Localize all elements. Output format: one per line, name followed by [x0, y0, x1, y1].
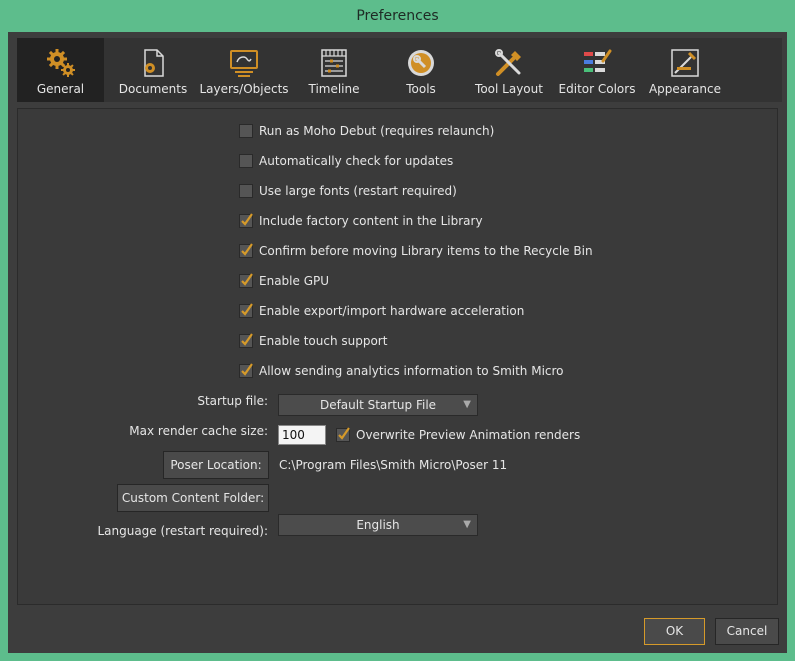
tab-label: Appearance	[648, 82, 722, 96]
chevron-down-icon: ▼	[463, 519, 471, 530]
tab-appearance[interactable]: Appearance	[641, 38, 729, 102]
cache-size-label: Max render cache size:	[129, 424, 268, 438]
chevron-down-icon: ▼	[463, 399, 471, 410]
checkbox-checked[interactable]	[239, 213, 253, 228]
custom-content-folder-button[interactable]: Custom Content Folder:	[117, 484, 269, 512]
checkmark-icon	[338, 427, 350, 440]
option-touch-support[interactable]: Enable touch support	[239, 332, 387, 350]
tab-label: General	[36, 82, 85, 96]
checkmark-icon	[241, 333, 253, 346]
tab-bar: General Documents Layers/Objects Timelin…	[17, 38, 782, 102]
checkbox-checked[interactable]	[239, 363, 253, 378]
tab-tools[interactable]: Tools	[377, 38, 465, 102]
timeline-icon	[321, 49, 347, 77]
option-large-fonts[interactable]: Use large fonts (restart required)	[239, 182, 457, 200]
checkbox-checked[interactable]	[239, 333, 253, 348]
tab-label: Layers/Objects	[199, 82, 289, 96]
tab-general[interactable]: General	[17, 38, 104, 102]
option-hw-acceleration[interactable]: Enable export/import hardware accelerati…	[239, 302, 524, 320]
checkmark-icon	[241, 213, 253, 226]
appearance-icon	[671, 49, 699, 77]
tool-layout-icon	[495, 49, 521, 76]
checkmark-icon	[241, 303, 253, 316]
preferences-window: General Documents Layers/Objects Timelin…	[8, 32, 787, 653]
startup-file-value: Default Startup File	[319, 398, 437, 412]
option-check-updates[interactable]: Automatically check for updates	[239, 152, 453, 170]
checkmark-icon	[241, 363, 253, 376]
checkbox[interactable]	[239, 154, 253, 168]
cache-size-input[interactable]: 100	[278, 425, 326, 445]
option-analytics[interactable]: Allow sending analytics information to S…	[239, 362, 564, 380]
poser-location-button[interactable]: Poser Location:	[163, 451, 269, 479]
checkbox-checked[interactable]	[239, 243, 253, 258]
layers-monitor-icon	[230, 50, 258, 77]
window-title: Preferences	[356, 8, 439, 24]
gears-icon	[46, 49, 75, 77]
option-factory-content[interactable]: Include factory content in the Library	[239, 212, 483, 230]
option-label: Confirm before moving Library items to t…	[259, 244, 593, 258]
option-label: Overwrite Preview Animation renders	[356, 428, 581, 442]
tab-tool-layout[interactable]: Tool Layout	[465, 38, 553, 102]
option-label: Include factory content in the Library	[259, 214, 483, 228]
tab-documents[interactable]: Documents	[109, 38, 197, 102]
option-enable-gpu[interactable]: Enable GPU	[239, 272, 329, 290]
language-label: Language (restart required):	[97, 524, 268, 538]
editor-colors-icon	[584, 49, 612, 72]
startup-file-select[interactable]: Default Startup File ▼	[278, 394, 478, 416]
option-label: Enable export/import hardware accelerati…	[259, 304, 525, 318]
tab-timeline[interactable]: Timeline	[291, 38, 377, 102]
tools-icon	[408, 50, 434, 76]
checkbox[interactable]	[239, 184, 253, 198]
checkmark-icon	[241, 273, 253, 286]
general-settings-panel: Run as Moho Debut (requires relaunch) Au…	[17, 108, 778, 605]
ok-button[interactable]: OK	[644, 618, 705, 645]
option-label: Enable touch support	[259, 334, 388, 348]
startup-file-label: Startup file:	[197, 394, 268, 408]
tab-label: Editor Colors	[558, 82, 636, 96]
tab-layers-objects[interactable]: Layers/Objects	[197, 38, 291, 102]
checkbox[interactable]	[239, 124, 253, 138]
option-label: Enable GPU	[259, 274, 330, 288]
checkbox-checked[interactable]	[336, 427, 350, 442]
poser-location-path: C:\Program Files\Smith Micro\Poser 11	[279, 458, 508, 472]
title-bar[interactable]: Preferences	[0, 0, 795, 32]
tab-label: Timeline	[308, 82, 360, 96]
tab-editor-colors[interactable]: Editor Colors	[553, 38, 641, 102]
option-confirm-recycle[interactable]: Confirm before moving Library items to t…	[239, 242, 593, 260]
tab-label: Tool Layout	[475, 82, 543, 96]
option-run-as-debut[interactable]: Run as Moho Debut (requires relaunch)	[239, 122, 494, 140]
checkbox-checked[interactable]	[239, 303, 253, 318]
checkbox-checked[interactable]	[239, 273, 253, 288]
language-value: English	[356, 518, 400, 532]
option-label: Allow sending analytics information to S…	[259, 364, 564, 378]
option-label: Run as Moho Debut (requires relaunch)	[259, 124, 495, 138]
cancel-button[interactable]: Cancel	[715, 618, 779, 645]
tab-label: Tools	[406, 82, 436, 96]
document-gear-icon	[144, 49, 164, 77]
option-label: Automatically check for updates	[259, 154, 454, 168]
option-label: Use large fonts (restart required)	[259, 184, 457, 198]
checkmark-icon	[241, 243, 253, 256]
tab-label: Documents	[118, 82, 188, 96]
language-select[interactable]: English ▼	[278, 514, 478, 536]
option-overwrite-preview[interactable]: Overwrite Preview Animation renders	[336, 426, 580, 444]
